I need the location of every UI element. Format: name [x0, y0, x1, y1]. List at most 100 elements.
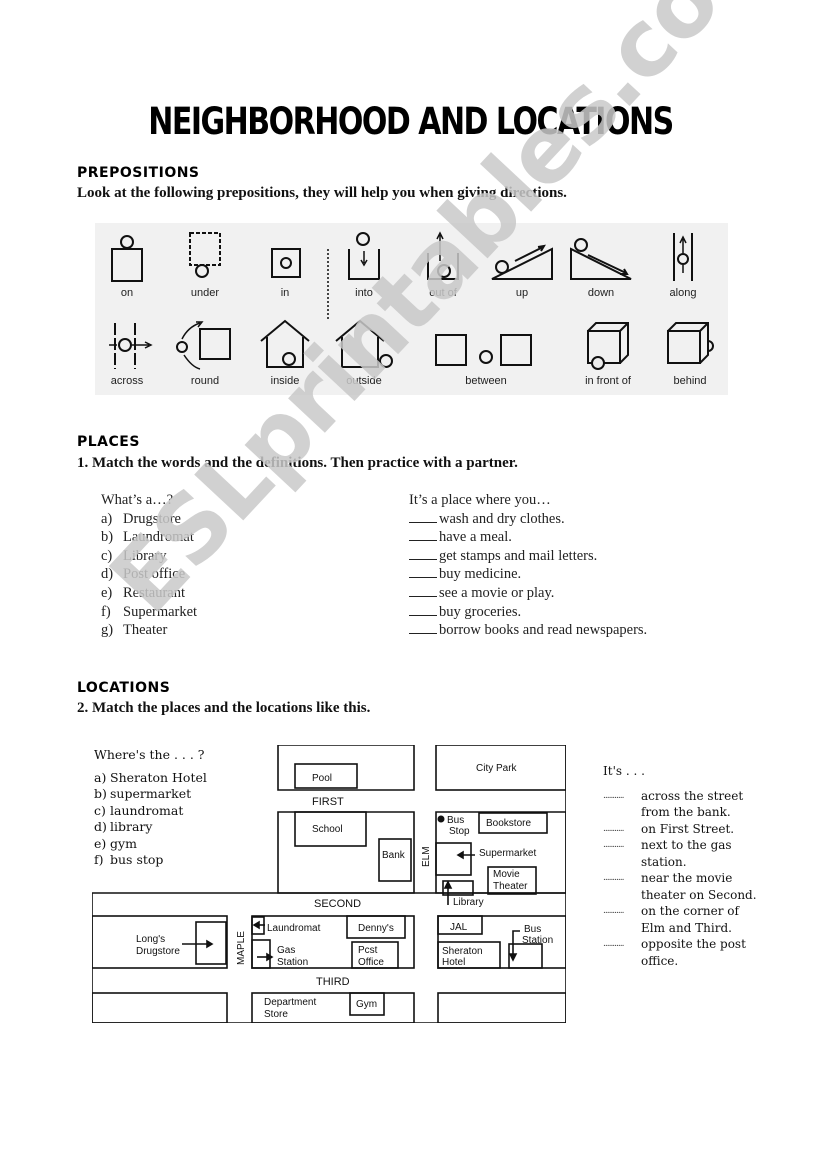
list-item: b) Laundromat	[101, 528, 197, 547]
answer-line: next to the gas	[641, 838, 732, 852]
prep-round: round	[165, 317, 245, 387]
ball-on-box-icon	[111, 235, 143, 282]
label-pool: Pool	[312, 773, 332, 784]
prepositions-heading: PREPOSITIONS	[77, 165, 200, 181]
list-item: see a movie or play.	[409, 584, 647, 603]
prep-inside: inside	[245, 317, 325, 387]
item-text: gym	[110, 835, 137, 851]
prep-label: in front of	[585, 375, 631, 387]
item-letter: e)	[101, 584, 113, 601]
prep-under: under	[165, 229, 245, 299]
prep-label: outside	[346, 375, 382, 387]
answer-blank[interactable]: ...........	[603, 870, 635, 887]
label-bus-stop-2: Stop	[449, 826, 470, 837]
answer-line: theater on Second.	[641, 887, 757, 902]
ball-into-box-icon	[348, 232, 380, 280]
list-item: e) gym	[94, 836, 207, 853]
definition-text: have a meal.	[439, 529, 512, 546]
label-sheraton: Sheraton	[442, 946, 483, 957]
list-item: wash and dry clothes.	[409, 510, 647, 529]
locations-instruction: 2. Match the places and the locations li…	[77, 700, 371, 716]
ball-out-of-box-icon	[427, 231, 459, 280]
label-drugstore: Drugstore	[136, 946, 180, 957]
answer-line: opposite the post	[641, 937, 746, 951]
item-letter: a)	[94, 769, 107, 785]
item-text: Theater	[123, 622, 168, 639]
street-third: THIRD	[316, 976, 350, 988]
answer-blank[interactable]: ...........	[603, 788, 635, 805]
prep-label: inside	[270, 375, 300, 387]
label-longs: Long's	[136, 934, 165, 945]
answer-line: on the corner of	[641, 904, 739, 918]
answer-blank[interactable]	[409, 603, 437, 616]
definition-text: buy medicine.	[439, 566, 522, 583]
item-letter: g)	[101, 622, 114, 639]
definition-text: borrow books and read newspapers.	[439, 622, 648, 639]
prep-label: behind	[673, 375, 707, 387]
ball-under-box-icon	[189, 232, 221, 278]
street-first: FIRST	[312, 796, 344, 808]
prep-between: between	[431, 317, 541, 387]
answer-blank[interactable]: ...........	[603, 821, 635, 838]
answer-blank[interactable]	[409, 584, 437, 597]
list-item: g) Theater	[101, 621, 197, 640]
answer-blank[interactable]: ...........	[603, 837, 635, 854]
answer-blank[interactable]	[409, 510, 437, 523]
definition-text: wash and dry clothes.	[439, 510, 565, 527]
prep-down: down	[561, 229, 641, 299]
item-letter: c)	[94, 802, 106, 818]
list-item: a) Sheraton Hotel	[94, 770, 207, 787]
list-item: e) Restaurant	[101, 584, 197, 603]
prep-across: across	[87, 317, 167, 387]
list-item: buy medicine.	[409, 565, 647, 584]
item-text: laundromat	[110, 802, 184, 818]
places-word-list: What’s a…? a) Drugstore b) Laundromat c) Li…	[101, 491, 197, 640]
places-definition-header: It’s a place where you…	[409, 492, 551, 508]
answer-line: near the movie	[641, 871, 733, 885]
list-item: c) Library	[101, 547, 197, 566]
answer-blank[interactable]	[409, 621, 437, 635]
item-text: Laundromat	[123, 529, 194, 546]
list-item: d) library	[94, 819, 207, 836]
list-item: ........... across the street from the ban…	[603, 788, 757, 821]
ball-up-slope-icon	[491, 244, 553, 280]
label-bank: Bank	[382, 850, 406, 861]
label-library: Library	[453, 897, 484, 908]
list-item: get stamps and mail letters.	[409, 547, 647, 566]
list-item: f) bus stop	[94, 852, 207, 869]
prep-label: between	[465, 375, 507, 387]
item-letter: a)	[101, 510, 113, 527]
label-department: Department	[264, 997, 316, 1008]
item-letter: d)	[101, 566, 114, 583]
item-text: Supermarket	[123, 603, 198, 620]
definition-text: buy groceries.	[439, 603, 522, 620]
ball-behind-cube-icon	[667, 322, 714, 364]
building-supermarket	[435, 842, 472, 876]
answer-blank[interactable]: ...........	[603, 936, 635, 953]
street-second: SECOND	[314, 898, 361, 910]
places-heading: PLACES	[77, 434, 140, 450]
item-letter: b)	[94, 786, 107, 801]
locations-answers: It's . . . ........... across the street f…	[603, 763, 757, 969]
list-item: have a meal.	[409, 528, 647, 547]
answer-line: station.	[641, 854, 687, 869]
prep-label: along	[669, 287, 697, 299]
block-southwest	[91, 992, 228, 1024]
answer-blank[interactable]: ...........	[603, 903, 635, 920]
prep-behind: behind	[650, 317, 730, 387]
answer-line: across the street	[641, 788, 744, 803]
locations-answers-header: It's . . .	[603, 764, 645, 778]
prep-label: up	[515, 287, 529, 299]
label-bus-station-2: Station	[522, 935, 553, 946]
page-title: NEIGHBORHOOD AND LOCATIONS	[148, 100, 674, 144]
label-theater: Theater	[493, 881, 528, 892]
answer-blank[interactable]	[409, 547, 437, 560]
ball-down-slope-icon	[570, 238, 632, 280]
prepositions-instruction: Look at the following prepositions, they…	[77, 185, 567, 201]
item-text: bus stop	[110, 852, 164, 867]
prep-label: in	[280, 287, 290, 299]
definition-text: see a movie or play.	[439, 584, 555, 601]
answer-blank[interactable]	[409, 565, 437, 579]
answer-blank[interactable]	[409, 528, 437, 542]
list-item: ........... opposite the post office.	[603, 936, 757, 969]
